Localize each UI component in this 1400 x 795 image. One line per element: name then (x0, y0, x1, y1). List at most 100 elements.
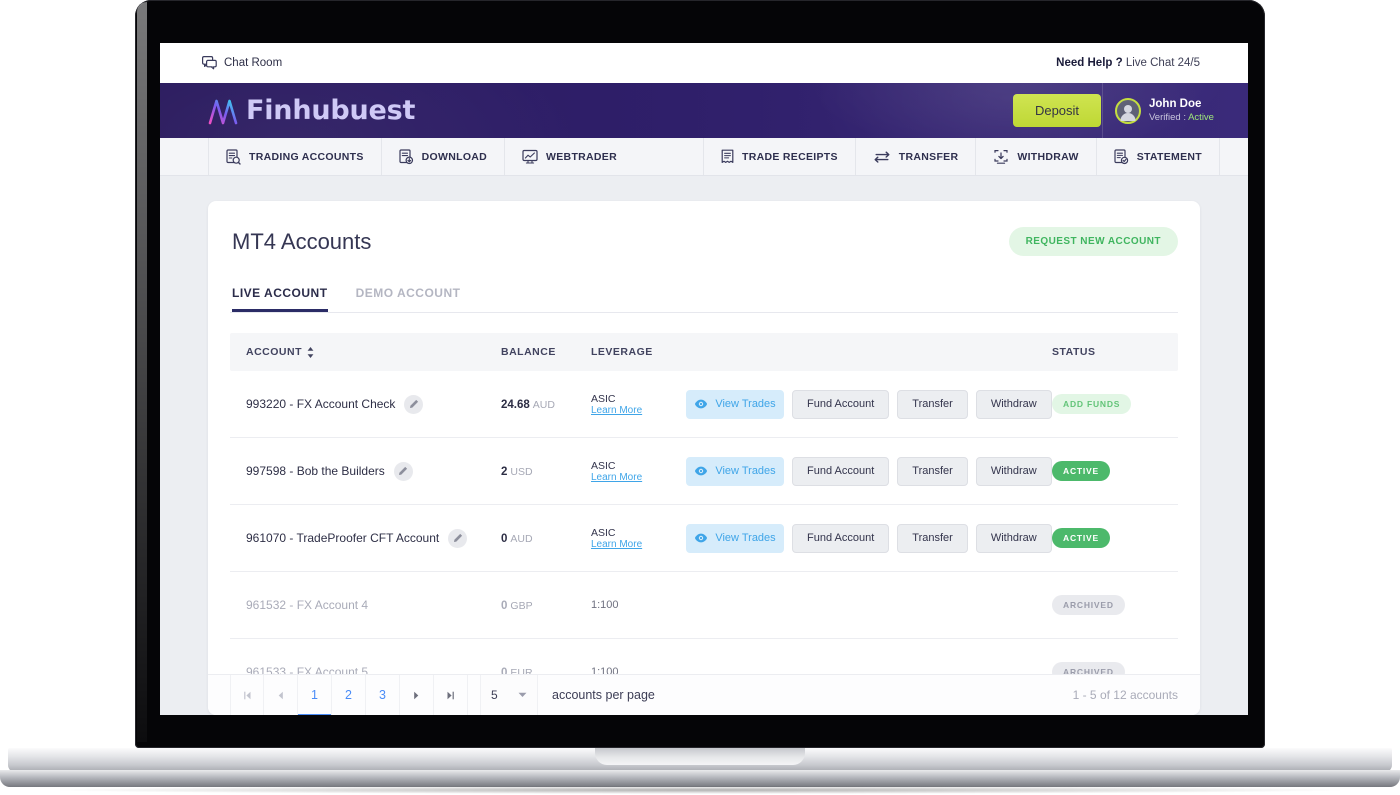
user-status-value: Active (1188, 111, 1214, 123)
chevron-down-icon (518, 692, 527, 698)
balance-currency: AUD (532, 399, 555, 411)
nav-item-trade-receipts[interactable]: TRADE RECEIPTS (703, 138, 855, 175)
edit-account-name-button[interactable] (448, 528, 468, 548)
balance-cell: 0 GBP (501, 596, 591, 614)
nav-right-group: TRADE RECEIPTS TRANSFER WITHDRAW STATEME… (703, 138, 1248, 175)
fund-account-button[interactable]: Fund Account (792, 456, 890, 486)
transfer-button[interactable]: Transfer (897, 456, 968, 486)
leverage-regulator: ASIC (591, 459, 616, 472)
nav-label: WEBTRADER (546, 150, 617, 163)
table-row: 993220 - FX Account Check 24.68 AUD ASIC … (230, 371, 1178, 438)
laptop-base-notch (595, 748, 805, 765)
nav-label: WITHDRAW (1017, 150, 1079, 163)
pagination-next-button[interactable] (400, 674, 434, 715)
leverage-cell: ASIC Learn More (591, 527, 686, 550)
nav-label: TRANSFER (898, 150, 959, 163)
table-row: 997598 - Bob the Builders 2 USD ASIC Lear… (230, 438, 1178, 505)
chat-room-label: Chat Room (224, 57, 283, 69)
laptop-base-lip (0, 770, 1400, 787)
brand-bar: Finhubuest Deposit John Doe Verified : A… (160, 83, 1248, 138)
leverage-cell: ASIC Learn More (591, 393, 686, 416)
transfer-button[interactable]: Transfer (897, 389, 968, 419)
user-menu[interactable]: John Doe Verified : Active (1102, 83, 1220, 138)
balance-cell: 0 AUD (501, 529, 591, 547)
page-title: MT4 Accounts (232, 228, 372, 254)
nav-label: TRADE RECEIPTS (742, 150, 838, 163)
fund-account-button[interactable]: Fund Account (792, 523, 890, 553)
withdraw-button[interactable]: Withdraw (975, 389, 1052, 419)
withdraw-button[interactable]: Withdraw (975, 456, 1052, 486)
view-trades-button[interactable]: View Trades (686, 389, 784, 419)
brand-logo[interactable]: Finhubuest (160, 95, 415, 126)
tab-live-account[interactable]: LIVE ACCOUNT (232, 286, 328, 312)
leverage-learn-more-link[interactable]: Learn More (591, 539, 686, 550)
pagination-prev-button[interactable] (264, 674, 298, 715)
transfer-button[interactable]: Transfer (897, 523, 968, 553)
laptop-lid-highlight (137, 2, 147, 742)
browser-screen: Chat Room Need Help ? Live Chat 24/5 Fin… (160, 43, 1248, 715)
record-range-label: 1 - 5 of 12 accounts (1072, 688, 1178, 702)
eye-icon (694, 466, 708, 476)
view-trades-label: View Trades (715, 398, 776, 410)
status-badge: ACTIVE (1052, 528, 1110, 548)
column-header-account-label: ACCOUNT (246, 346, 302, 358)
account-type-tabs: LIVE ACCOUNT DEMO ACCOUNT (230, 286, 1178, 313)
sort-icon[interactable] (307, 346, 314, 358)
withdraw-button[interactable]: Withdraw (975, 523, 1052, 553)
view-trades-button[interactable]: View Trades (686, 456, 784, 486)
document-search-icon (226, 148, 241, 165)
pagination-first-button[interactable] (230, 674, 264, 715)
need-help-strong: Need Help ? (1056, 57, 1123, 69)
row-actions-cell: View Trades Fund Account Transfer Withdr… (686, 389, 1052, 419)
edit-account-name-button[interactable] (404, 394, 424, 414)
leverage-cell: ASIC Learn More (591, 460, 686, 483)
balance-amount: 0 (501, 533, 508, 545)
balance-currency: AUD (510, 533, 533, 545)
fund-account-button[interactable]: Fund Account (792, 389, 890, 419)
pagination-page-3[interactable]: 3 (366, 674, 400, 715)
need-help-text[interactable]: Need Help ? Live Chat 24/5 (1056, 57, 1200, 69)
leverage-learn-more-link[interactable]: Learn More (591, 405, 686, 416)
nav-item-withdraw[interactable]: WITHDRAW (975, 138, 1095, 175)
laptop-shadow (60, 786, 1340, 794)
nav-label: DOWNLOAD (421, 150, 488, 163)
account-name-cell: 997598 - Bob the Builders (246, 461, 501, 481)
column-header-leverage: LEVERAGE (591, 346, 653, 358)
accounts-table-body: 993220 - FX Account Check 24.68 AUD ASIC … (230, 371, 1178, 706)
need-help-rest: Live Chat 24/5 (1122, 57, 1200, 69)
nav-item-webtrader[interactable]: WEBTRADER (504, 138, 634, 175)
pagination-last-button[interactable] (434, 674, 468, 715)
status-badge: ACTIVE (1052, 461, 1110, 481)
nav-item-transfer[interactable]: TRANSFER (854, 138, 976, 175)
status-cell: ACTIVE (1052, 528, 1162, 548)
per-page-select[interactable]: 5 (480, 674, 538, 715)
page-body: MT4 Accounts REQUEST NEW ACCOUNT LIVE AC… (160, 176, 1248, 715)
chat-room-link[interactable]: Chat Room (202, 56, 282, 70)
user-status-prefix: Verified : (1149, 111, 1189, 123)
status-cell: ARCHIVED (1052, 595, 1162, 615)
nav-item-statement[interactable]: STATEMENT (1095, 138, 1220, 175)
leverage-learn-more-link[interactable]: Learn More (591, 472, 686, 483)
account-name-text: 961532 - FX Account 4 (246, 598, 369, 612)
tab-demo-account[interactable]: DEMO ACCOUNT (356, 286, 461, 312)
leverage-value: 1:100 (591, 599, 619, 611)
balance-amount: 24.68 (501, 399, 530, 411)
column-header-balance: BALANCE (501, 346, 556, 358)
eye-icon (694, 399, 708, 409)
deposit-button[interactable]: Deposit (1013, 94, 1101, 127)
edit-account-name-button[interactable] (393, 461, 413, 481)
leverage-cell: 1:100 (591, 599, 686, 611)
balance-currency: USD (510, 466, 533, 478)
request-new-account-button[interactable]: REQUEST NEW ACCOUNT (1008, 227, 1178, 256)
pagination-page-1[interactable]: 1 (298, 674, 332, 715)
pagination-page-2[interactable]: 2 (332, 674, 366, 715)
per-page-label: accounts per page (552, 688, 655, 702)
leverage-regulator: ASIC (591, 392, 616, 405)
nav-item-download[interactable]: DOWNLOAD (380, 138, 504, 175)
row-actions-cell: View Trades Fund Account Transfer Withdr… (686, 523, 1052, 553)
account-name-cell: 961532 - FX Account 4 (246, 598, 501, 612)
balance-currency: GBP (510, 600, 533, 612)
view-trades-button[interactable]: View Trades (686, 523, 784, 553)
nav-item-trading-accounts[interactable]: TRADING ACCOUNTS (208, 138, 381, 175)
column-header-account[interactable]: ACCOUNT (246, 346, 501, 358)
